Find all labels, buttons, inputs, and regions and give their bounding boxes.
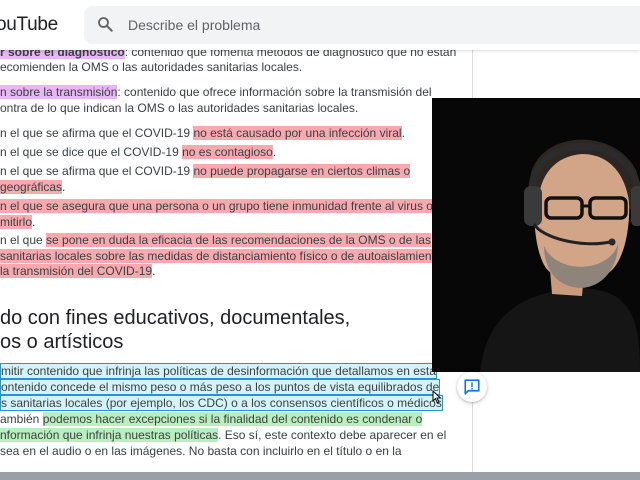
paragraph-diagnosis-line-2: ecomienden la OMS o las autoridades sani… (0, 60, 303, 74)
paragraph-exceptions-line-3: s sanitarias locales (por ejemplo, los C… (0, 395, 443, 411)
paragraph-exceptions-line-6: sea en el audio o en las imágenes. No ba… (0, 444, 402, 458)
top-bar: ouTube (0, 0, 640, 50)
highlight-red: sanitarias locales sobre las medidas de … (0, 249, 442, 263)
highlight-red: geográficas (0, 180, 63, 194)
bullet-viral-infection: n el que se afirma que el COVID-19 no es… (0, 126, 405, 140)
highlight-green: podemos hacer excepciones si la finalida… (42, 412, 423, 426)
article-content: r sobre el diagnóstico: contenido que fo… (0, 50, 472, 472)
highlight-blue: ontenido concede el mismo peso o más pes… (0, 379, 441, 395)
section-heading-line-1: do con fines educativos, documentales, (0, 307, 351, 329)
highlight-red: n el que se asegura que una persona o un… (0, 199, 450, 213)
bullet-climates-line-2: geográficas. (0, 180, 66, 194)
highlight-red: no está causado por una infección viral (193, 126, 402, 140)
highlight-red: no puede propagarse en ciertos climas o (193, 164, 411, 178)
bullet-recommendations-line-1: n el que se pone en duda la eficacia de … (0, 233, 431, 247)
highlight-green: nformación que infrinja nuestras polític… (0, 428, 219, 442)
highlight-red: no es contagioso (182, 145, 273, 159)
bottom-scrollbar[interactable] (0, 472, 640, 480)
bullet-immunity-line-2: mitirlo. (0, 215, 36, 229)
mouse-cursor-icon (432, 390, 442, 404)
paragraph-exceptions-line-1: mitir contenido que infrinja las polític… (0, 363, 437, 379)
youtube-logo[interactable]: ouTube (0, 14, 58, 36)
highlight-red: mitirlo (0, 215, 32, 229)
paragraph-transmission-line-2: ontra de lo que indican la OMS o las aut… (0, 101, 359, 115)
paragraph-exceptions-line-2: ontenido concede el mismo peso o más pes… (0, 379, 441, 395)
highlight-blue: s sanitarias locales (por ejemplo, los C… (0, 395, 443, 411)
bullet-immunity-line-1: n el que se asegura que una persona o un… (0, 198, 450, 214)
highlight-red: se pone en duda la eficacia de las recom… (46, 233, 431, 247)
feedback-icon (464, 379, 480, 395)
webcam-overlay (432, 98, 640, 372)
paragraph-exceptions-line-5: nformación que infrinja nuestras polític… (0, 428, 447, 442)
search-input[interactable] (128, 10, 608, 40)
bullet-recommendations-line-2: sanitarias locales sobre las medidas de … (0, 248, 442, 264)
diagnosis-term: r sobre el diagnóstico (0, 50, 125, 59)
feedback-button[interactable] (457, 372, 487, 402)
section-heading-line-2: os o artísticos (0, 331, 124, 353)
presenter-video (432, 98, 640, 372)
paragraph-transmission-line-1: n sobre la transmisión: contenido que of… (0, 85, 432, 99)
transmission-term: n sobre la transmisión (0, 85, 118, 99)
bullet-recommendations-line-3: la transmisión del COVID-19. (0, 264, 156, 278)
highlight-blue: mitir contenido que infrinja las polític… (0, 363, 437, 379)
bullet-not-contagious: n el que se dice que el COVID-19 no es c… (0, 145, 277, 159)
paragraph-exceptions-line-4: ambién podemos hacer excepciones si la f… (0, 412, 423, 426)
search-icon[interactable] (96, 15, 114, 33)
bullet-climates-line-1: n el que se afirma que el COVID-19 no pu… (0, 164, 411, 178)
highlight-red: la transmisión del COVID-19 (0, 264, 153, 278)
